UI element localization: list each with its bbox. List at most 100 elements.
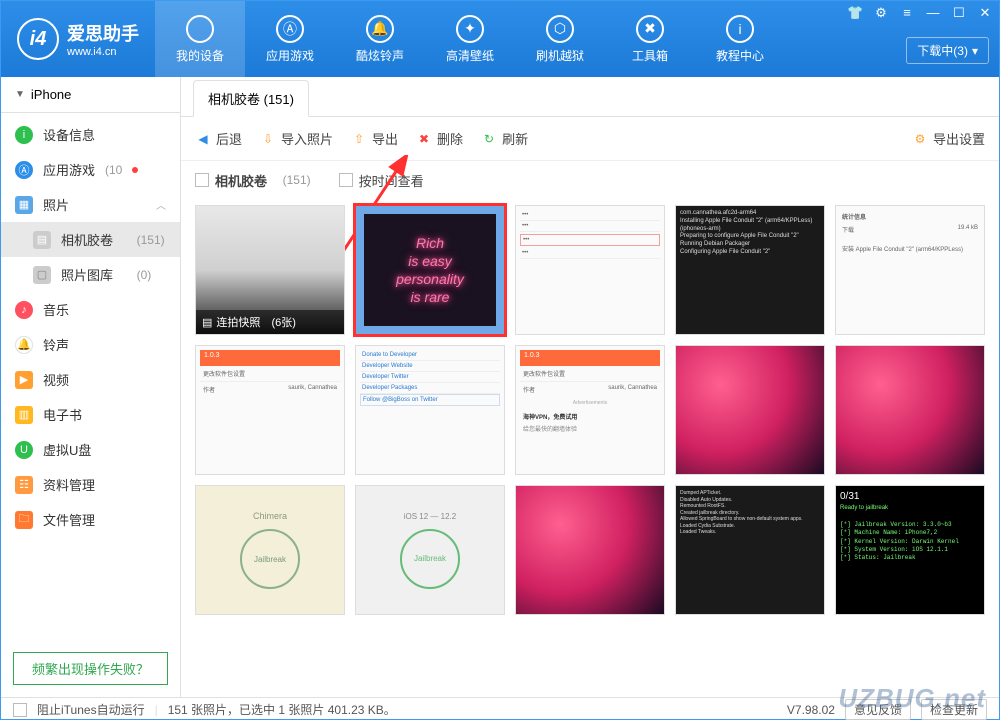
nav-ringtones[interactable]: 🔔酷炫铃声 <box>335 1 425 77</box>
collapse-icon[interactable]: ︿ <box>156 197 166 212</box>
sidebar-ringtones[interactable]: 🔔铃声 <box>1 327 180 362</box>
sidebar-ebooks[interactable]: ▥电子书 <box>1 397 180 432</box>
photo-thumb[interactable] <box>515 485 665 615</box>
video-icon: ▶ <box>15 371 33 389</box>
nav-jailbreak[interactable]: ⬡刷机越狱 <box>515 1 605 77</box>
export-button[interactable]: ⇧导出 <box>351 129 398 148</box>
import-button[interactable]: ⇩导入照片 <box>260 129 333 148</box>
nav-wallpapers[interactable]: ✦高清壁纸 <box>425 1 515 77</box>
sidebar-udisk[interactable]: U虚拟U盘 <box>1 432 180 467</box>
delete-button[interactable]: ✖删除 <box>416 129 463 148</box>
checkbox-icon[interactable] <box>195 173 209 187</box>
app-header: i4 爱思助手 www.i4.cn 我的设备 Ⓐ应用游戏 🔔酷炫铃声 ✦高清壁纸… <box>1 1 999 77</box>
device-name: iPhone <box>31 87 71 102</box>
help-link[interactable]: 频繁出现操作失败？ <box>13 652 168 685</box>
filter-row: 相机胶卷 (151) 按时间查看 <box>181 161 999 199</box>
photo-thumb[interactable] <box>835 345 985 475</box>
apple-icon <box>186 15 214 43</box>
photo-thumb[interactable]: Dumped APTicket.Disabled Auto Updates.Re… <box>675 485 825 615</box>
folder-icon: ▤ <box>33 231 51 249</box>
chevron-down-icon: ▾ <box>972 44 978 58</box>
minimize-button[interactable]: — <box>925 5 941 21</box>
nav-apps[interactable]: Ⓐ应用游戏 <box>245 1 335 77</box>
check-update-button[interactable]: 检查更新 <box>921 699 987 720</box>
photo-thumb[interactable]: 1.0.3更改软件包设置作者saurik, CannatheaAdvertise… <box>515 345 665 475</box>
itunes-label: 阻止iTunes自动运行 <box>37 701 145 718</box>
music-icon: ♪ <box>15 301 33 319</box>
nav-my-device[interactable]: 我的设备 <box>155 1 245 77</box>
close-button[interactable]: ✕ <box>977 5 993 21</box>
sparkle-icon: ✦ <box>456 15 484 43</box>
book-icon: ▥ <box>15 406 33 424</box>
photo-thumb[interactable]: Donate to DeveloperDeveloper WebsiteDeve… <box>355 345 505 475</box>
badge-dot <box>132 167 138 173</box>
bell-icon: 🔔 <box>366 15 394 43</box>
time-filter[interactable]: 按时间查看 <box>339 171 424 190</box>
settings-icon[interactable]: ⚙ <box>873 5 889 21</box>
sidebar-device-info[interactable]: i设备信息 <box>1 117 180 152</box>
logo-icon: i4 <box>17 18 59 60</box>
export-icon: ⇧ <box>351 131 367 147</box>
nav-toolbox[interactable]: ✖工具箱 <box>605 1 695 77</box>
feedback-button[interactable]: 意见反馈 <box>845 699 911 720</box>
refresh-icon: ↻ <box>481 131 497 147</box>
stack-icon: ▤ <box>202 316 212 329</box>
itunes-checkbox[interactable] <box>13 703 27 717</box>
photo-thumb[interactable]: iOS 12 — 12.2Jailbreak <box>355 485 505 615</box>
bell-icon: 🔔 <box>15 336 33 354</box>
photo-thumb[interactable]: com.cannathea.afc2d-arm64Installing Appl… <box>675 205 825 335</box>
sidebar-music[interactable]: ♪音乐 <box>1 292 180 327</box>
album-filter[interactable]: 相机胶卷 (151) <box>195 171 311 190</box>
gear-icon: ⚙ <box>912 131 928 147</box>
apps-icon: Ⓐ <box>276 15 304 43</box>
apps-icon: Ⓐ <box>15 161 33 179</box>
logo-area: i4 爱思助手 www.i4.cn <box>1 18 155 60</box>
photo-thumb[interactable]: •••••••••••• <box>515 205 665 335</box>
photo-thumb[interactable]: 统计信息下载19.4 kB安装 Apple File Conduit "2" (… <box>835 205 985 335</box>
import-icon: ⇩ <box>260 131 276 147</box>
sidebar-apps[interactable]: Ⓐ应用游戏(10 <box>1 152 180 187</box>
list-icon: ☷ <box>15 476 33 494</box>
photo-thumb[interactable]: 0/31Ready to jailbreak[*] Jailbreak Vers… <box>835 485 985 615</box>
maximize-button[interactable]: ☐ <box>951 5 967 21</box>
checkbox-icon[interactable] <box>339 173 353 187</box>
photo-thumb-burst[interactable]: ▤连拍快照 (6张) <box>195 205 345 335</box>
back-icon: ◀ <box>195 131 211 147</box>
delete-icon: ✖ <box>416 131 432 147</box>
folder-icon: ▢ <box>33 266 51 284</box>
version-label: V7.98.02 <box>787 703 835 717</box>
photo-thumb[interactable]: 1.0.3更改软件包设置作者saurik, Cannathea <box>195 345 345 475</box>
menu-icon[interactable]: ≡ <box>899 5 915 21</box>
export-settings-button[interactable]: ⚙导出设置 <box>912 129 985 148</box>
device-selector[interactable]: ▼ iPhone <box>1 77 180 113</box>
info-icon: i <box>15 126 33 144</box>
sidebar-file-manage[interactable]: 🗀文件管理 <box>1 502 180 537</box>
sidebar-camera-roll[interactable]: ▤相机胶卷 (151) <box>1 222 180 257</box>
main-content: 相机胶卷 (151) ◀后退 ⇩导入照片 ⇧导出 ✖删除 ↻刷新 ⚙导出设置 相… <box>181 77 999 697</box>
status-bar: 阻止iTunes自动运行 | 151 张照片，已选中 1 张照片 401.23 … <box>1 697 999 721</box>
sidebar-photo-library[interactable]: ▢照片图库 (0) <box>1 257 180 292</box>
photo-thumb-selected[interactable]: Richis easypersonalityis rare <box>355 205 505 335</box>
tab-camera-roll[interactable]: 相机胶卷 (151) <box>193 80 309 117</box>
toolbar: ◀后退 ⇩导入照片 ⇧导出 ✖删除 ↻刷新 ⚙导出设置 <box>181 117 999 161</box>
nav-tutorials[interactable]: i教程中心 <box>695 1 785 77</box>
back-button[interactable]: ◀后退 <box>195 129 242 148</box>
download-button[interactable]: 下载中(3)▾ <box>906 37 989 64</box>
sidebar-photos[interactable]: ▦照片︿ <box>1 187 180 222</box>
photo-thumb[interactable] <box>675 345 825 475</box>
sidebar-data-manage[interactable]: ☷资料管理 <box>1 467 180 502</box>
shield-icon: U <box>15 441 33 459</box>
tools-icon: ✖ <box>636 15 664 43</box>
photo-grid-area: ▤连拍快照 (6张) Richis easypersonalityis rare… <box>181 199 999 697</box>
app-url: www.i4.cn <box>67 46 139 58</box>
sidebar-video[interactable]: ▶视频 <box>1 362 180 397</box>
refresh-button[interactable]: ↻刷新 <box>481 129 528 148</box>
folder-icon: 🗀 <box>15 511 33 529</box>
photo-icon: ▦ <box>15 196 33 214</box>
info-icon: i <box>726 15 754 43</box>
sidebar: ▼ iPhone i设备信息 Ⓐ应用游戏(10 ▦照片︿ ▤相机胶卷 (151)… <box>1 77 181 697</box>
chevron-down-icon: ▼ <box>15 89 25 100</box>
status-summary: 151 张照片，已选中 1 张照片 401.23 KB。 <box>168 701 396 718</box>
shirt-icon[interactable]: 👕 <box>847 5 863 21</box>
photo-thumb[interactable]: ChimeraJailbreak <box>195 485 345 615</box>
